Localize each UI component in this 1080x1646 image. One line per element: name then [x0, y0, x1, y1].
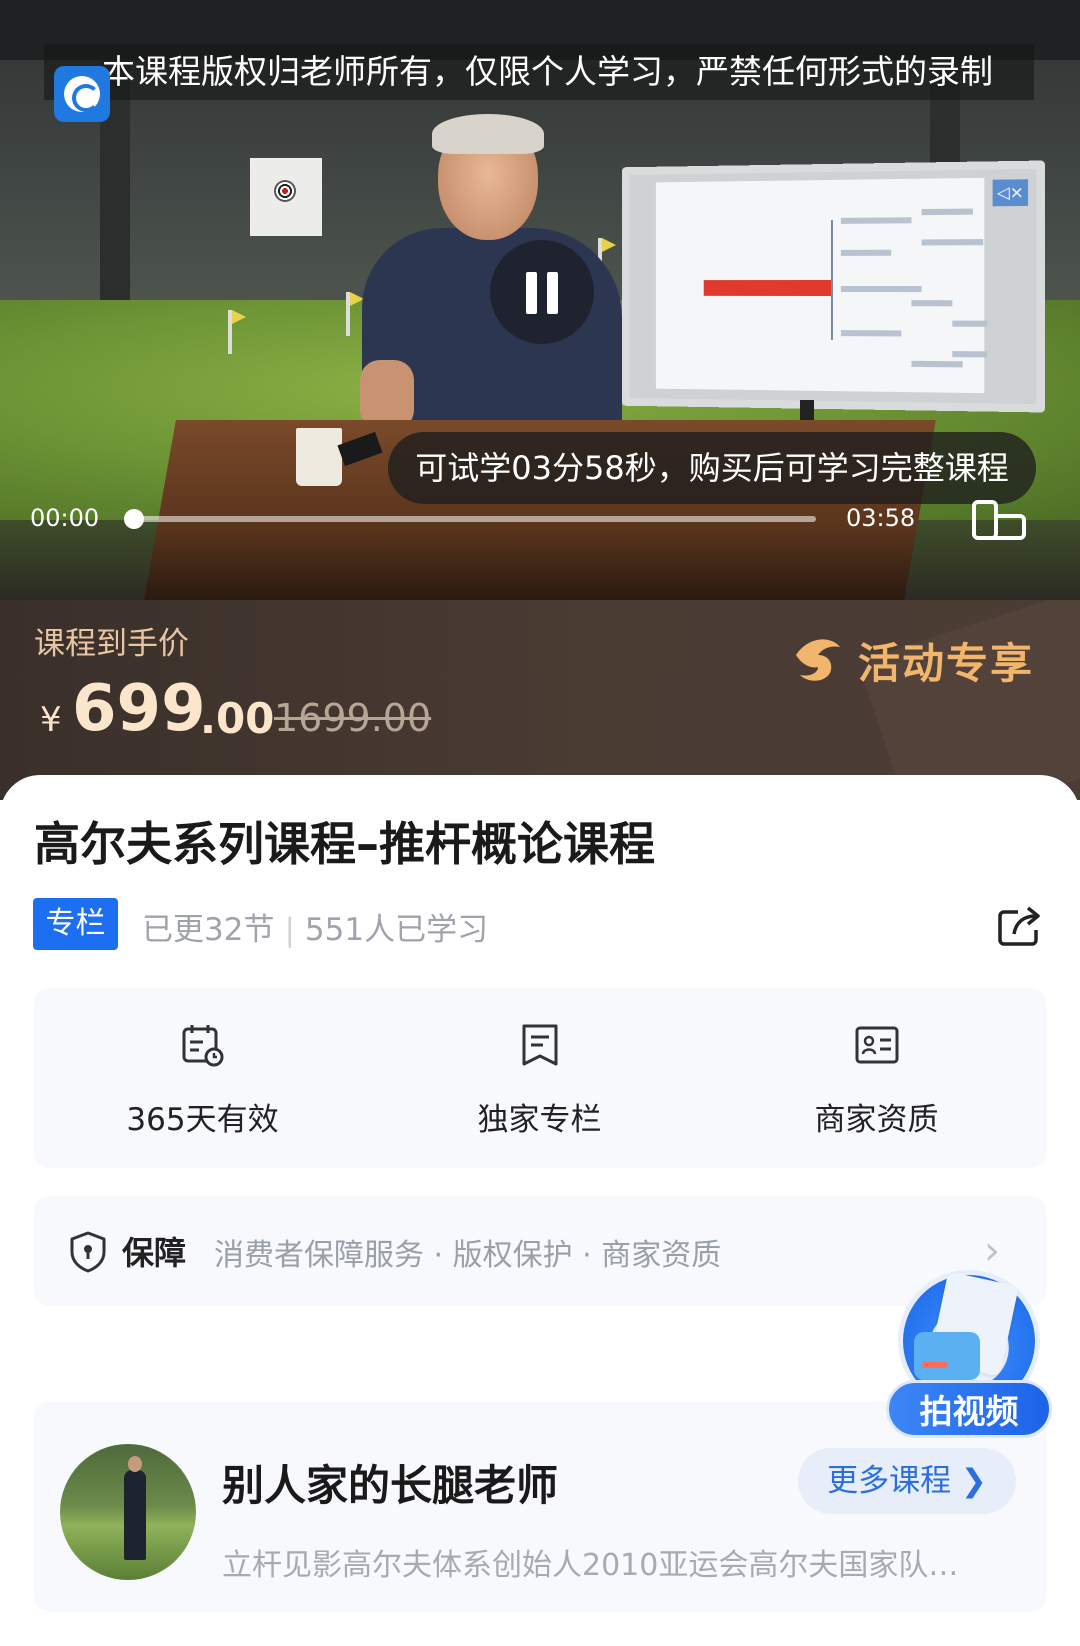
progress-bar[interactable]	[132, 516, 816, 522]
promo-badge: 活动专享	[790, 630, 1034, 690]
progress-thumb[interactable]	[124, 509, 144, 529]
promo-text: 活动专享	[858, 638, 1035, 688]
teacher-name: 别人家的长腿老师	[222, 1461, 559, 1510]
original-price: 1699.00	[274, 696, 432, 740]
updated-count: 已更32节	[142, 912, 275, 948]
app-logo-icon	[54, 66, 110, 122]
teacher-description: 立杆见影高尔夫体系创始人2010亚运会高尔夫国家队…	[222, 1548, 959, 1583]
price-decimal: .00	[200, 694, 275, 743]
price-integer: 699	[72, 672, 206, 746]
shoot-video-button[interactable]: 拍视频	[886, 1270, 1052, 1440]
column-tag: 专栏	[33, 898, 118, 950]
share-icon[interactable]	[996, 904, 1044, 948]
video-target-sign	[250, 158, 322, 236]
swallow-logo-icon	[796, 639, 840, 681]
bookmark-doc-icon	[522, 1024, 557, 1066]
video-presentation-screen: ◁×	[621, 160, 1045, 413]
video-flag	[228, 310, 246, 354]
video-player[interactable]: ◁× 本课程版权归老师所有，仅限个人学习，严禁任何形式的录制 可试学03分58秒…	[0, 0, 1080, 600]
trial-notice: 可试学03分58秒，购买后可学习完整课程	[388, 432, 1036, 504]
avatar[interactable]	[60, 1444, 196, 1580]
feature-exclusive[interactable]: 独家专栏	[371, 988, 708, 1168]
course-meta: 已更32节 | 551人已学习	[142, 904, 488, 949]
video-presenter-hair	[432, 114, 544, 154]
time-total: 03:58	[846, 504, 916, 532]
course-title: 高尔夫系列课程–推杆概论课程	[34, 817, 655, 871]
calendar-clock-icon	[182, 1025, 223, 1067]
video-flag	[346, 292, 364, 336]
feature-label: 独家专栏	[477, 1102, 602, 1138]
rotate-screen-icon[interactable]	[970, 498, 1028, 542]
feature-label: 商家资质	[814, 1102, 939, 1138]
feature-label: 365天有效	[126, 1102, 279, 1138]
guarantee-title: 保障	[122, 1234, 187, 1272]
mute-icon[interactable]: ◁×	[992, 179, 1029, 207]
time-current: 00:00	[30, 504, 100, 532]
shield-icon	[70, 1231, 106, 1273]
more-courses-button[interactable]: 更多课程 ❯	[798, 1448, 1016, 1514]
pause-button[interactable]	[490, 240, 594, 344]
copyright-banner: 本课程版权归老师所有，仅限个人学习，严禁任何形式的录制	[44, 44, 1034, 100]
feature-validity[interactable]: 365天有效	[34, 988, 371, 1168]
mindmap-root	[703, 279, 831, 297]
feature-panel: 365天有效 独家专栏 商家资质	[34, 988, 1046, 1168]
price-currency: ¥	[40, 700, 62, 740]
shoot-video-label: 拍视频	[886, 1380, 1052, 1438]
camera-icon	[914, 1332, 980, 1380]
video-cup	[296, 428, 342, 486]
learner-count: 551人已学习	[304, 912, 489, 948]
guarantee-description: 消费者保障服务 · 版权保护 · 商家资质	[214, 1238, 722, 1273]
price-label: 课程到手价	[34, 626, 189, 662]
id-card-icon	[855, 1026, 898, 1064]
chevron-right-icon: ›	[984, 1228, 1000, 1274]
feature-merchant[interactable]: 商家资质	[708, 988, 1045, 1168]
meta-separator: |	[284, 912, 295, 948]
